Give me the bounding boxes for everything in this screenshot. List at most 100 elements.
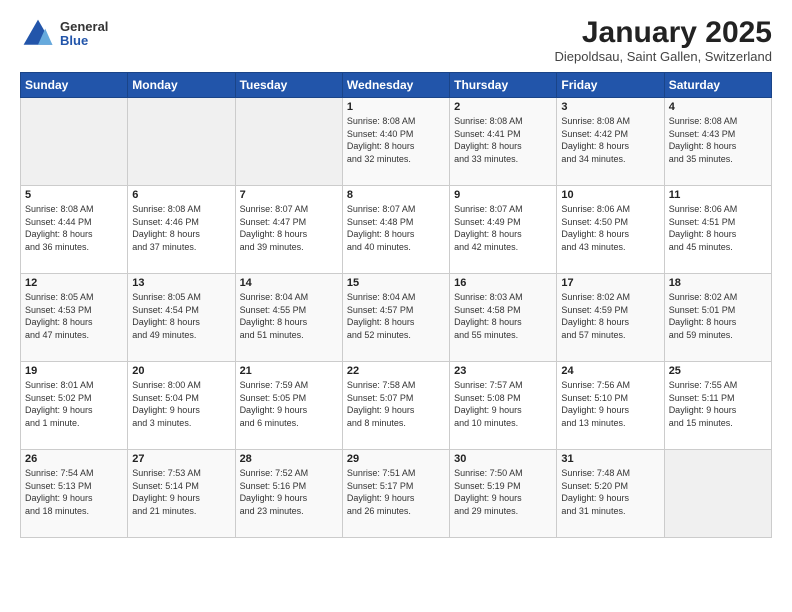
calendar-week-row: 1Sunrise: 8:08 AM Sunset: 4:40 PM Daylig… [21,98,772,186]
header: General Blue January 2025 Diepoldsau, Sa… [20,16,772,64]
col-header-sunday: Sunday [21,73,128,98]
day-info: Sunrise: 8:07 AM Sunset: 4:48 PM Dayligh… [347,203,445,253]
day-info: Sunrise: 7:57 AM Sunset: 5:08 PM Dayligh… [454,379,552,429]
day-info: Sunrise: 8:07 AM Sunset: 4:47 PM Dayligh… [240,203,338,253]
logo-general: General [60,20,108,34]
day-number: 22 [347,365,445,377]
day-info: Sunrise: 7:55 AM Sunset: 5:11 PM Dayligh… [669,379,767,429]
calendar-cell: 21 Sunrise: 7:59 AM Sunset: 5:05 PM Dayli… [235,362,342,450]
calendar-cell: 1Sunrise: 8:08 AM Sunset: 4:40 PM Daylig… [342,98,449,186]
col-header-saturday: Saturday [664,73,771,98]
day-number: 11 [669,189,767,201]
day-number: 15 [347,277,445,289]
calendar-table: SundayMondayTuesdayWednesdayThursdayFrid… [20,72,772,538]
day-number: 17 [561,277,659,289]
logo-blue: Blue [60,34,108,48]
calendar-cell: 19Sunrise: 8:01 AM Sunset: 5:02 PM Dayli… [21,362,128,450]
day-info: Sunrise: 7:58 AM Sunset: 5:07 PM Dayligh… [347,379,445,429]
day-number: 16 [454,277,552,289]
day-info: Sunrise: 8:07 AM Sunset: 4:49 PM Dayligh… [454,203,552,253]
calendar-cell: 26 Sunrise: 7:54 AM Sunset: 5:13 PM Dayli… [21,450,128,538]
calendar-cell: 8 Sunrise: 8:07 AM Sunset: 4:48 PM Daylig… [342,186,449,274]
calendar-cell: 23Sunrise: 7:57 AM Sunset: 5:08 PM Dayli… [450,362,557,450]
calendar-cell: 31 Sunrise: 7:48 AM Sunset: 5:20 PM Dayli… [557,450,664,538]
day-info: Sunrise: 7:52 AM Sunset: 5:16 PM Dayligh… [240,467,338,517]
calendar-cell: 6 Sunrise: 8:08 AM Sunset: 4:46 PM Daylig… [128,186,235,274]
day-number: 13 [132,277,230,289]
day-info: Sunrise: 8:05 AM Sunset: 4:54 PM Dayligh… [132,291,230,341]
calendar-cell: 11 Sunrise: 8:06 AM Sunset: 4:51 PM Dayli… [664,186,771,274]
col-header-monday: Monday [128,73,235,98]
calendar-cell: 3Sunrise: 8:08 AM Sunset: 4:42 PM Daylig… [557,98,664,186]
calendar-cell: 13 Sunrise: 8:05 AM Sunset: 4:54 PM Dayli… [128,274,235,362]
calendar-cell: 28 Sunrise: 7:52 AM Sunset: 5:16 PM Dayli… [235,450,342,538]
page: General Blue January 2025 Diepoldsau, Sa… [0,0,792,612]
day-number: 20 [132,365,230,377]
day-number: 4 [669,101,767,113]
day-info: Sunrise: 8:08 AM Sunset: 4:40 PM Dayligh… [347,115,445,165]
calendar-cell [235,98,342,186]
day-info: Sunrise: 7:48 AM Sunset: 5:20 PM Dayligh… [561,467,659,517]
day-number: 28 [240,453,338,465]
day-info: Sunrise: 8:08 AM Sunset: 4:44 PM Dayligh… [25,203,123,253]
calendar-cell: 30Sunrise: 7:50 AM Sunset: 5:19 PM Dayli… [450,450,557,538]
day-number: 14 [240,277,338,289]
logo-text: General Blue [60,20,108,49]
day-number: 27 [132,453,230,465]
day-info: Sunrise: 7:59 AM Sunset: 5:05 PM Dayligh… [240,379,338,429]
calendar-cell: 14 Sunrise: 8:04 AM Sunset: 4:55 PM Dayli… [235,274,342,362]
calendar-cell: 17Sunrise: 8:02 AM Sunset: 4:59 PM Dayli… [557,274,664,362]
day-info: Sunrise: 8:04 AM Sunset: 4:55 PM Dayligh… [240,291,338,341]
calendar-cell [21,98,128,186]
day-info: Sunrise: 8:06 AM Sunset: 4:51 PM Dayligh… [669,203,767,253]
calendar-cell: 25 Sunrise: 7:55 AM Sunset: 5:11 PM Dayli… [664,362,771,450]
day-number: 30 [454,453,552,465]
day-info: Sunrise: 8:08 AM Sunset: 4:46 PM Dayligh… [132,203,230,253]
col-header-friday: Friday [557,73,664,98]
day-info: Sunrise: 8:08 AM Sunset: 4:41 PM Dayligh… [454,115,552,165]
day-number: 31 [561,453,659,465]
calendar-cell: 5 Sunrise: 8:08 AM Sunset: 4:44 PM Daylig… [21,186,128,274]
day-number: 12 [25,277,123,289]
day-info: Sunrise: 8:03 AM Sunset: 4:58 PM Dayligh… [454,291,552,341]
day-info: Sunrise: 8:08 AM Sunset: 4:42 PM Dayligh… [561,115,659,165]
day-info: Sunrise: 8:05 AM Sunset: 4:53 PM Dayligh… [25,291,123,341]
col-header-thursday: Thursday [450,73,557,98]
day-number: 21 [240,365,338,377]
col-header-wednesday: Wednesday [342,73,449,98]
day-number: 25 [669,365,767,377]
calendar-cell [664,450,771,538]
day-number: 26 [25,453,123,465]
day-info: Sunrise: 8:01 AM Sunset: 5:02 PM Dayligh… [25,379,123,429]
day-number: 8 [347,189,445,201]
day-number: 2 [454,101,552,113]
calendar-cell: 22 Sunrise: 7:58 AM Sunset: 5:07 PM Dayli… [342,362,449,450]
calendar-cell: 12 Sunrise: 8:05 AM Sunset: 4:53 PM Dayli… [21,274,128,362]
day-info: Sunrise: 8:00 AM Sunset: 5:04 PM Dayligh… [132,379,230,429]
calendar-week-row: 26 Sunrise: 7:54 AM Sunset: 5:13 PM Dayli… [21,450,772,538]
day-number: 6 [132,189,230,201]
day-info: Sunrise: 8:02 AM Sunset: 5:01 PM Dayligh… [669,291,767,341]
calendar-subtitle: Diepoldsau, Saint Gallen, Switzerland [554,49,772,64]
day-info: Sunrise: 7:53 AM Sunset: 5:14 PM Dayligh… [132,467,230,517]
day-info: Sunrise: 7:56 AM Sunset: 5:10 PM Dayligh… [561,379,659,429]
day-number: 29 [347,453,445,465]
day-info: Sunrise: 7:54 AM Sunset: 5:13 PM Dayligh… [25,467,123,517]
calendar-cell: 20 Sunrise: 8:00 AM Sunset: 5:04 PM Dayli… [128,362,235,450]
calendar-week-row: 12 Sunrise: 8:05 AM Sunset: 4:53 PM Dayli… [21,274,772,362]
calendar-cell: 16 Sunrise: 8:03 AM Sunset: 4:58 PM Dayli… [450,274,557,362]
day-number: 5 [25,189,123,201]
day-info: Sunrise: 7:51 AM Sunset: 5:17 PM Dayligh… [347,467,445,517]
calendar-week-row: 19Sunrise: 8:01 AM Sunset: 5:02 PM Dayli… [21,362,772,450]
calendar-cell: 10 Sunrise: 8:06 AM Sunset: 4:50 PM Dayli… [557,186,664,274]
calendar-cell: 2 Sunrise: 8:08 AM Sunset: 4:41 PM Daylig… [450,98,557,186]
col-header-tuesday: Tuesday [235,73,342,98]
calendar-cell: 9 Sunrise: 8:07 AM Sunset: 4:49 PM Daylig… [450,186,557,274]
day-number: 18 [669,277,767,289]
calendar-week-row: 5 Sunrise: 8:08 AM Sunset: 4:44 PM Daylig… [21,186,772,274]
day-number: 10 [561,189,659,201]
day-number: 9 [454,189,552,201]
calendar-cell: 27 Sunrise: 7:53 AM Sunset: 5:14 PM Dayli… [128,450,235,538]
day-number: 7 [240,189,338,201]
day-info: Sunrise: 8:06 AM Sunset: 4:50 PM Dayligh… [561,203,659,253]
